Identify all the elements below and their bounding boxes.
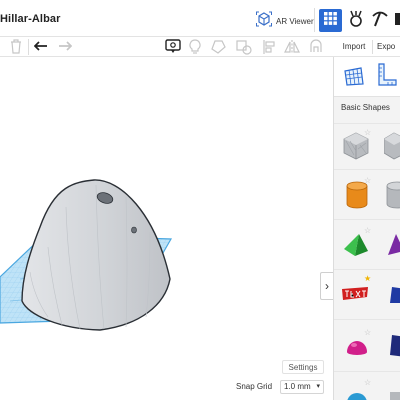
snap-grid-value: 1.0 mm bbox=[284, 382, 311, 391]
snap-grid-select[interactable]: 1.0 mm ▾ bbox=[280, 380, 324, 394]
half-sphere-shape[interactable] bbox=[346, 339, 368, 360]
notes-icon[interactable] bbox=[165, 38, 181, 59]
divider bbox=[334, 319, 400, 320]
top-bar: Hillar-Albar AR Viewer bbox=[0, 0, 400, 37]
panel-collapse-chevron-icon[interactable]: › bbox=[320, 272, 333, 300]
caret-down-icon: ▾ bbox=[316, 383, 320, 390]
star-icon[interactable]: ☆ bbox=[364, 177, 371, 185]
3d-view-grid-button[interactable] bbox=[319, 9, 342, 32]
gray-shape[interactable] bbox=[388, 389, 400, 400]
divider bbox=[28, 39, 29, 55]
roof-shape[interactable] bbox=[388, 233, 400, 262]
circuits-icon[interactable] bbox=[347, 10, 365, 33]
basic-shapes-title[interactable]: Basic Shapes bbox=[341, 103, 390, 112]
blue-shape[interactable] bbox=[388, 285, 400, 312]
tinkercad-editor: Hillar-Albar AR Viewer Import Expo › Set… bbox=[0, 0, 400, 400]
panel-tools bbox=[334, 57, 400, 97]
shapes-panel: Basic Shapes ☆ ☆ ☆ ★ ☆ ☆ bbox=[333, 57, 400, 400]
export-button[interactable]: Expo bbox=[372, 40, 400, 54]
divider bbox=[334, 169, 400, 170]
workplane-viewport[interactable]: › bbox=[0, 57, 333, 400]
redo-icon[interactable] bbox=[58, 39, 73, 58]
grid-icon bbox=[324, 11, 337, 30]
workplane-tool-icon[interactable] bbox=[343, 65, 365, 92]
cylinder-shape[interactable] bbox=[346, 181, 368, 214]
import-button[interactable]: Import bbox=[336, 40, 372, 54]
star-filled-icon[interactable]: ★ bbox=[364, 275, 371, 283]
divider bbox=[314, 8, 315, 32]
pickaxe-icon[interactable] bbox=[371, 10, 389, 33]
workplane-canvas[interactable] bbox=[0, 57, 333, 400]
divider bbox=[334, 269, 400, 270]
text-shape[interactable] bbox=[341, 287, 369, 306]
star-icon[interactable]: ☆ bbox=[364, 129, 371, 137]
pyramid-shape[interactable] bbox=[343, 233, 369, 262]
star-icon[interactable]: ☆ bbox=[364, 379, 371, 387]
paraboloid-shape[interactable] bbox=[21, 179, 171, 331]
cylinder-shape[interactable] bbox=[386, 181, 400, 214]
settings-button[interactable]: Settings bbox=[282, 360, 324, 374]
edit-toolbar: Import Expo bbox=[0, 37, 400, 57]
ar-viewer-label: AR Viewer bbox=[276, 16, 314, 26]
codeblocks-icon[interactable] bbox=[395, 10, 400, 33]
ar-viewer-button[interactable]: AR Viewer bbox=[256, 11, 314, 31]
ruler-tool-icon[interactable] bbox=[377, 63, 397, 92]
snap-grid-label: Snap Grid bbox=[236, 382, 273, 391]
star-icon[interactable]: ☆ bbox=[364, 329, 371, 337]
navy-shape[interactable] bbox=[388, 333, 400, 366]
design-title[interactable]: Hillar-Albar bbox=[0, 13, 61, 25]
star-icon[interactable]: ☆ bbox=[364, 227, 371, 235]
box-hole-shape[interactable] bbox=[383, 131, 400, 166]
ar-cube-icon bbox=[256, 11, 272, 32]
divider bbox=[334, 123, 400, 124]
divider bbox=[334, 219, 400, 220]
trash-icon[interactable] bbox=[10, 39, 22, 59]
divider bbox=[334, 371, 400, 372]
sphere-shape[interactable] bbox=[346, 390, 368, 400]
undo-icon[interactable] bbox=[33, 39, 48, 58]
